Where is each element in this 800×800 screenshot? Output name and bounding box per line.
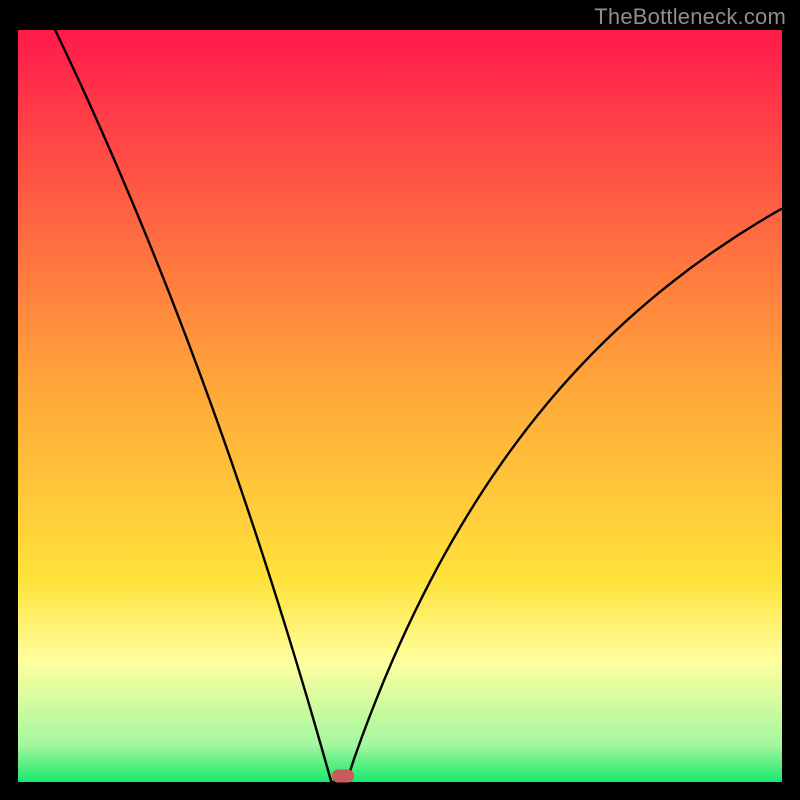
curve-svg bbox=[18, 30, 782, 782]
bottleneck-curve bbox=[18, 30, 782, 782]
plot-area bbox=[18, 30, 782, 782]
minimum-marker bbox=[332, 769, 354, 782]
chart-frame: TheBottleneck.com bbox=[0, 0, 800, 800]
watermark-text: TheBottleneck.com bbox=[594, 4, 786, 30]
